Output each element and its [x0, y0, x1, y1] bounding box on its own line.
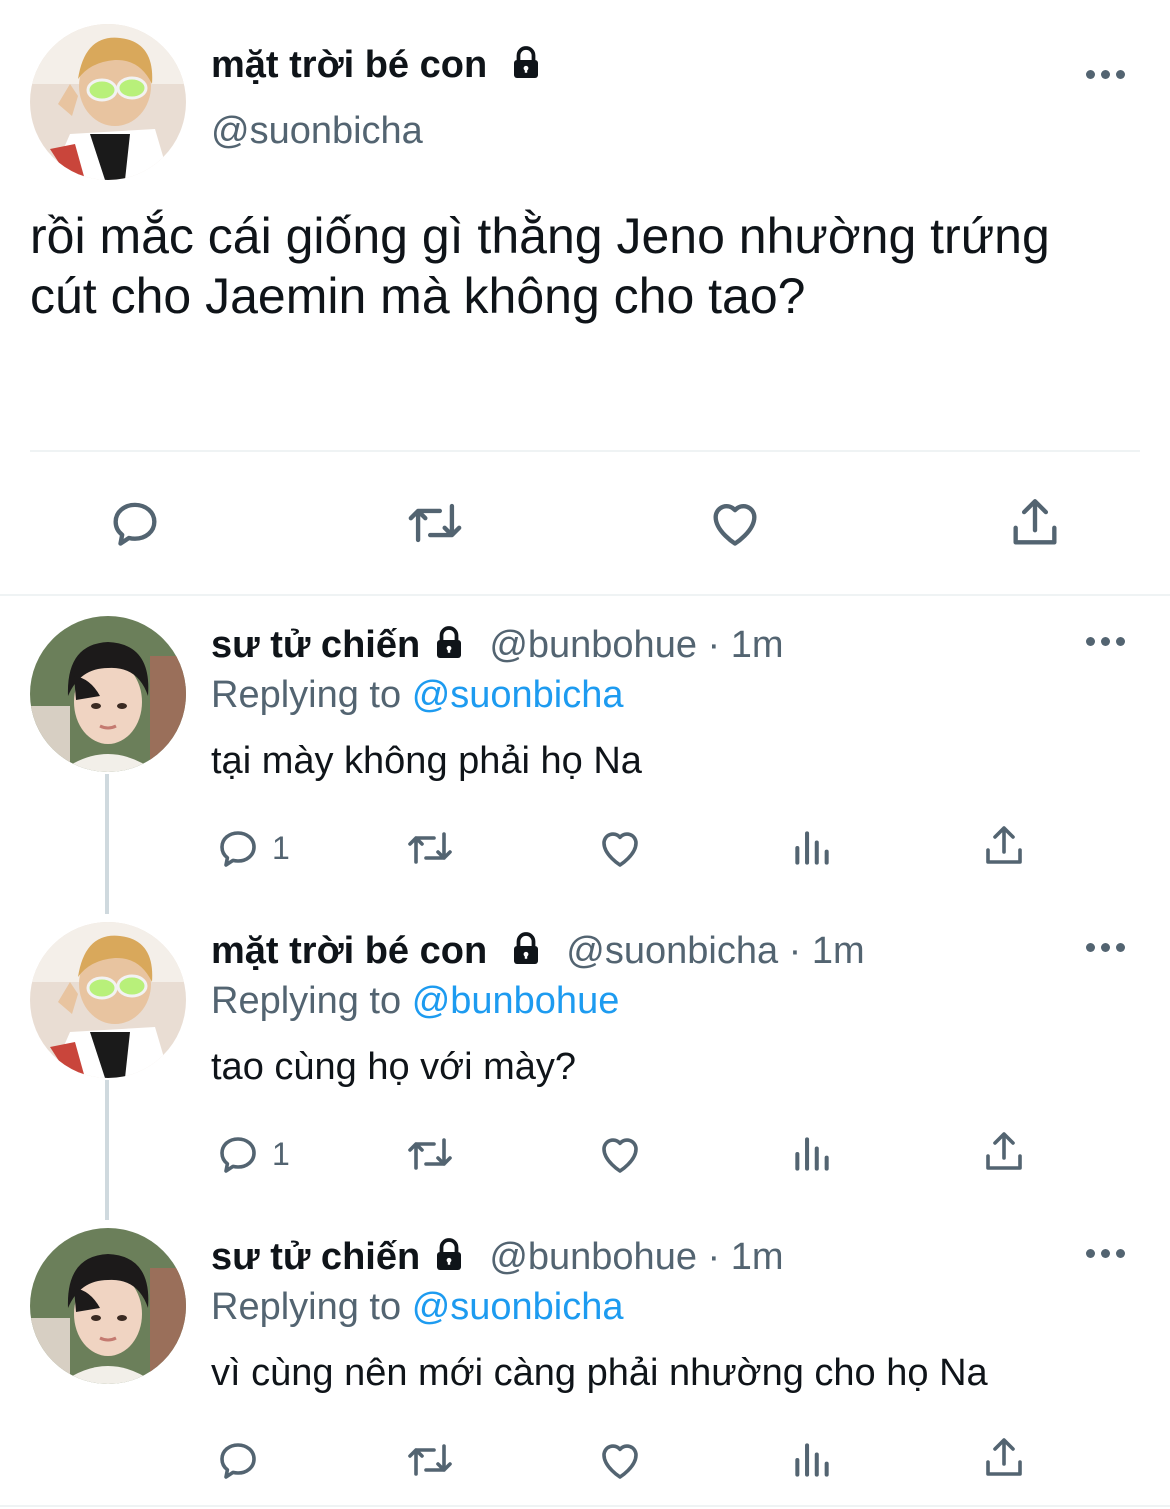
more-icon[interactable] [1086, 942, 1126, 954]
author-name[interactable]: mặt trời bé con [211, 44, 487, 86]
thread-line [105, 774, 109, 914]
reply-icon [113, 502, 157, 546]
reply-text: vì cùng nên mới càng phải nhường cho họ … [211, 1352, 988, 1394]
lock-icon [436, 626, 461, 658]
author-name[interactable]: sư tử chiến [211, 624, 420, 666]
reply-count: 1 [272, 1135, 290, 1172]
lock-icon [513, 932, 538, 964]
like-button[interactable] [596, 1436, 644, 1484]
lock-icon [513, 46, 538, 78]
author-name[interactable]: sư tử chiến [211, 1236, 420, 1278]
share-icon [986, 1438, 1022, 1476]
share-button[interactable] [980, 1434, 1028, 1482]
analytics-button[interactable] [790, 1132, 834, 1176]
replying-to-label: Replying to [211, 1286, 402, 1328]
avatar[interactable] [30, 24, 186, 180]
share-icon [1013, 499, 1057, 545]
lock-icon [436, 1238, 461, 1270]
share-icon [986, 1132, 1022, 1170]
retweet-button[interactable] [402, 1130, 458, 1178]
retweet-icon [408, 1138, 452, 1170]
like-button[interactable] [596, 1130, 644, 1178]
avatar[interactable] [30, 1228, 186, 1384]
tweet-text-line: cút cho Jaemin mà không cho tao? [30, 268, 806, 324]
like-icon [602, 1138, 638, 1173]
share-button[interactable] [980, 822, 1028, 870]
reply-button[interactable]: 1 [214, 1130, 290, 1178]
divider [30, 450, 1140, 452]
replying-to-label: Replying to [211, 674, 402, 716]
like-icon [602, 1444, 638, 1479]
analytics-icon [795, 1443, 829, 1477]
reply-button[interactable] [106, 494, 164, 552]
reply-count: 1 [272, 829, 290, 866]
more-icon[interactable] [1086, 636, 1126, 648]
share-button[interactable] [1006, 494, 1064, 552]
more-icon[interactable] [1086, 69, 1126, 81]
analytics-icon [795, 1137, 829, 1171]
retweet-button[interactable] [402, 494, 468, 552]
reply-button[interactable]: 1 [214, 824, 290, 872]
tweet-text: rồi mắc cái giống gì thằng Jeno nhường t… [30, 206, 1050, 326]
share-icon [986, 826, 1022, 864]
avatar[interactable] [30, 616, 186, 772]
analytics-icon [795, 831, 829, 865]
handle-time[interactable]: @suonbicha · 1m [566, 930, 864, 972]
reply-icon [220, 831, 256, 867]
retweet-button[interactable] [402, 1436, 458, 1484]
replying-to-label: Replying to [211, 980, 402, 1022]
like-icon [713, 504, 757, 546]
replying-to-handle[interactable]: @suonbicha [412, 1286, 624, 1328]
replying-to-handle[interactable]: @bunbohue [412, 980, 620, 1022]
retweet-icon [408, 832, 452, 864]
reply-text: tao cùng họ với mày? [211, 1046, 577, 1088]
like-icon [602, 832, 638, 867]
reply-icon [220, 1137, 256, 1173]
reply-icon [220, 1443, 256, 1479]
author-name[interactable]: mặt trời bé con [211, 930, 487, 972]
divider [0, 594, 1170, 596]
divider [0, 1505, 1170, 1507]
tweet-text-line: rồi mắc cái giống gì thằng Jeno nhường t… [30, 208, 1050, 264]
reply-button[interactable] [214, 1436, 272, 1484]
like-button[interactable] [596, 824, 644, 872]
handle-time[interactable]: @bunbohue · 1m [489, 1236, 783, 1278]
handle-time[interactable]: @bunbohue · 1m [489, 624, 783, 666]
author-handle[interactable]: @suonbicha [211, 108, 423, 154]
reply-text: tại mày không phải họ Na [211, 740, 642, 782]
retweet-icon [408, 1444, 452, 1476]
retweet-button[interactable] [402, 824, 458, 872]
avatar[interactable] [30, 922, 186, 1078]
analytics-button[interactable] [790, 826, 834, 870]
analytics-button[interactable] [790, 1438, 834, 1482]
retweet-icon [408, 503, 462, 543]
like-button[interactable] [706, 494, 764, 552]
more-icon[interactable] [1086, 1248, 1126, 1260]
thread-line [105, 1080, 109, 1220]
replying-to-handle[interactable]: @suonbicha [412, 674, 624, 716]
share-button[interactable] [980, 1128, 1028, 1176]
